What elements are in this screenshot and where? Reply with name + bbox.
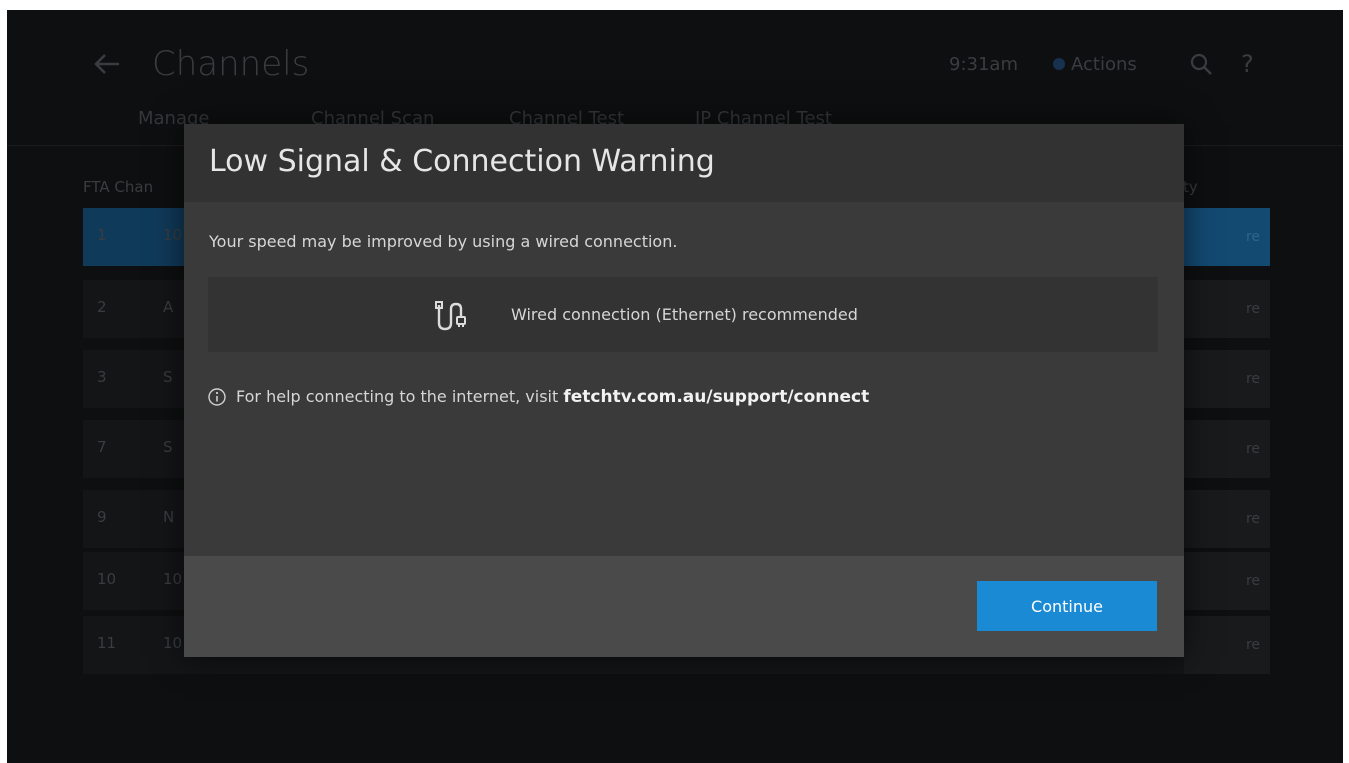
wired-recommendation-box: Wired connection (Ethernet) recommended (208, 277, 1158, 352)
support-link[interactable]: fetchtv.com.au/support/connect (563, 387, 869, 407)
help-prefix: For help connecting to the internet, vis… (236, 387, 564, 406)
row-number: 1 (97, 226, 107, 244)
help-message: For help connecting to the internet, vis… (236, 387, 869, 407)
column-header-fta-channel: FTA Chan (83, 178, 154, 196)
row-number: 7 (97, 438, 107, 456)
tv-screen: Channels 9:31am Actions ? Manage Channel… (7, 10, 1343, 763)
row-action[interactable]: re (1184, 616, 1270, 674)
row-number: 10 (97, 570, 117, 588)
row-channel: 10 (163, 570, 183, 588)
row-action[interactable]: re (1184, 420, 1270, 478)
row-number: 3 (97, 368, 107, 386)
dialog-header: Low Signal & Connection Warning (184, 124, 1184, 202)
row-action[interactable]: re (1184, 552, 1270, 610)
row-channel: S (163, 438, 173, 456)
warning-dialog: Low Signal & Connection Warning Your spe… (184, 124, 1184, 657)
dialog-title: Low Signal & Connection Warning (209, 144, 715, 179)
row-channel: S (163, 368, 173, 386)
row-action[interactable]: re (1184, 208, 1270, 266)
actions-dot-icon (1053, 58, 1065, 70)
row-channel: 10 (163, 634, 183, 652)
row-action[interactable]: re (1184, 490, 1270, 548)
actions-button[interactable]: Actions (1071, 54, 1137, 75)
row-channel: 10 (163, 226, 183, 244)
wired-recommendation-text: Wired connection (Ethernet) recommended (511, 305, 858, 324)
help-icon[interactable]: ? (1241, 50, 1254, 78)
back-arrow-icon[interactable] (91, 48, 123, 80)
row-action[interactable]: re (1184, 280, 1270, 338)
info-icon (208, 388, 226, 406)
column-header-quality: ty (1183, 178, 1198, 196)
row-number: 11 (97, 634, 117, 652)
clock: 9:31am (949, 54, 1018, 75)
row-number: 2 (97, 298, 107, 316)
row-channel: A (163, 298, 174, 316)
row-number: 9 (97, 508, 107, 526)
speed-message: Your speed may be improved by using a wi… (209, 232, 678, 251)
dialog-body: Your speed may be improved by using a wi… (184, 202, 1184, 556)
search-icon[interactable] (1189, 52, 1213, 76)
continue-button[interactable]: Continue (977, 581, 1157, 631)
row-action[interactable]: re (1184, 350, 1270, 408)
row-channel: N (163, 508, 175, 526)
ethernet-cable-icon (435, 301, 466, 331)
dialog-footer: Continue (184, 556, 1184, 657)
page-title: Channels (152, 44, 310, 84)
help-info: For help connecting to the internet, vis… (208, 386, 1108, 410)
